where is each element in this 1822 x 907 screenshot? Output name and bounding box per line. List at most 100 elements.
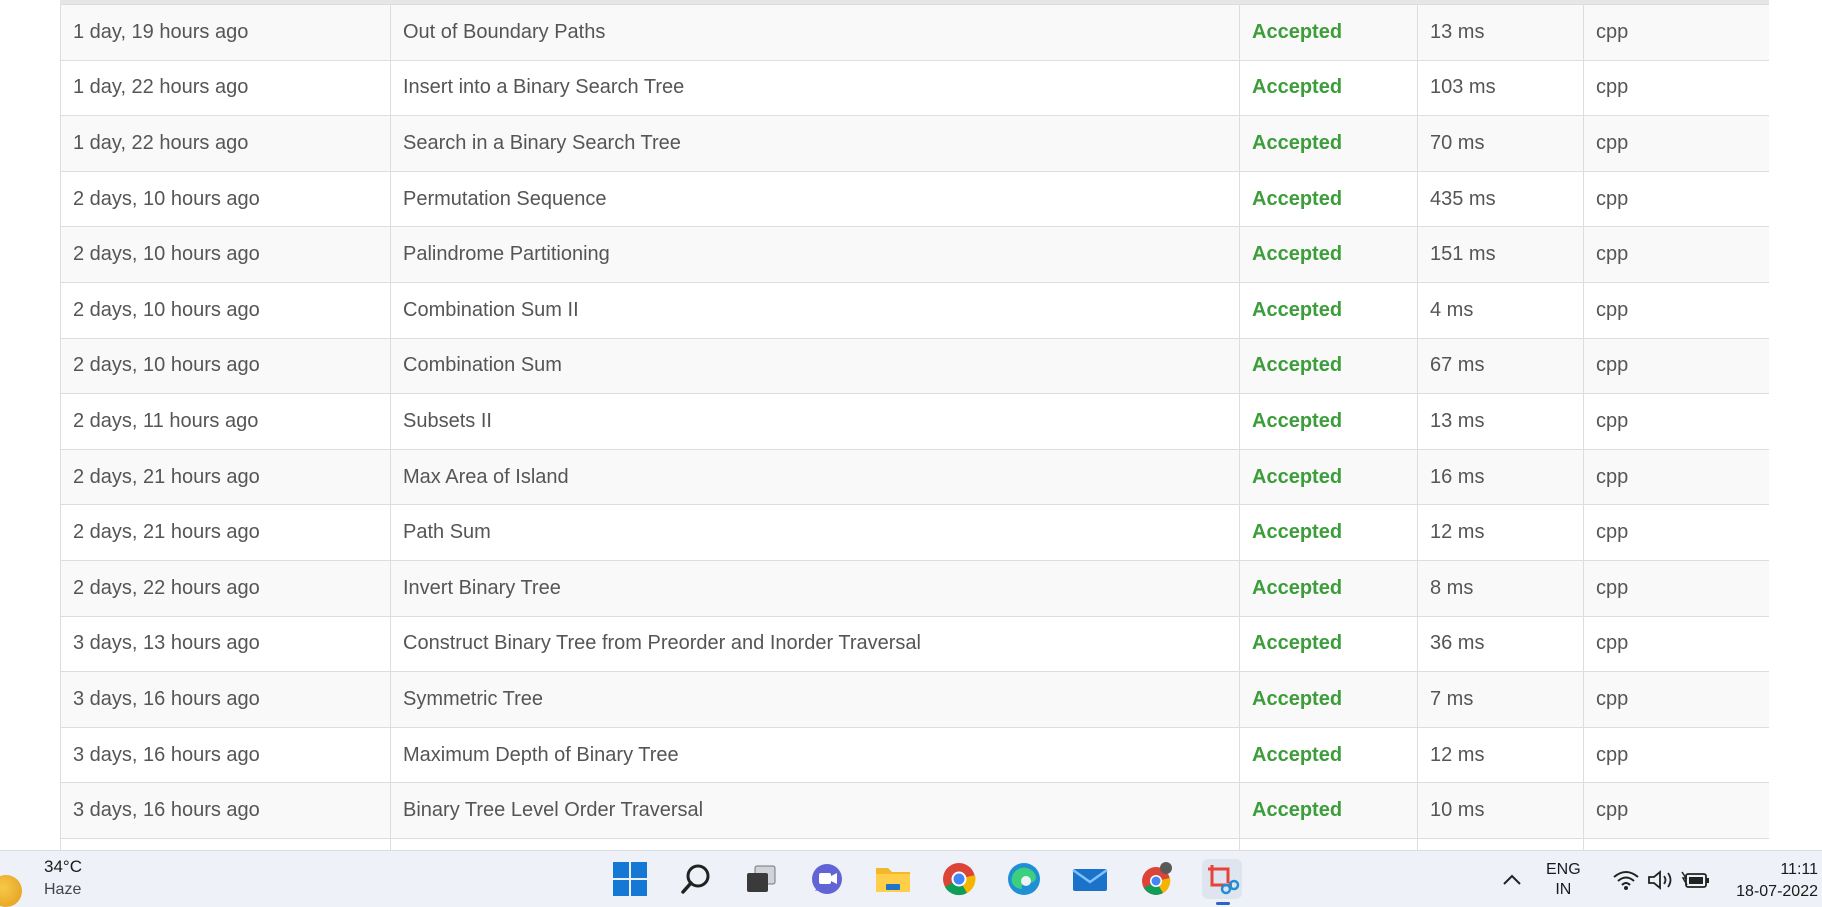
problem-title[interactable]: Out of Boundary Paths (390, 4, 1240, 61)
language-value: cpp (1583, 59, 1769, 117)
runtime-value: 151 ms (1417, 226, 1584, 283)
status-link[interactable]: Accepted (1239, 671, 1418, 728)
problem-title[interactable]: Maximum Depth of Binary Tree (390, 726, 1240, 784)
weather-widget[interactable]: 34°C Haze (0, 855, 120, 907)
table-row[interactable]: 3 days, 13 hours ago Construct Binary Tr… (60, 615, 1769, 673)
status-link[interactable]: Accepted (1239, 782, 1418, 839)
search-icon[interactable] (676, 859, 716, 899)
volume-icon (1648, 869, 1672, 890)
language-value: cpp (1583, 393, 1769, 450)
problem-title[interactable]: Search in a Binary Search Tree (390, 115, 1240, 172)
table-row[interactable]: 2 days, 10 hours ago Permutation Sequenc… (60, 170, 1769, 228)
problem-title[interactable]: Permutation Sequence (390, 170, 1240, 228)
table-row[interactable]: 3 days, 16 hours ago Symmetric Tree Acce… (60, 671, 1769, 728)
status-link[interactable]: Accepted (1239, 281, 1418, 339)
language-value: cpp (1583, 448, 1769, 506)
status-link[interactable]: Accepted (1239, 448, 1418, 506)
runtime-value: 7 ms (1417, 671, 1584, 728)
runtime-value: 13 ms (1417, 393, 1584, 450)
status-link[interactable]: Accepted (1239, 615, 1418, 673)
language-value: cpp (1583, 115, 1769, 172)
submission-time: 3 days, 13 hours ago (60, 615, 391, 673)
status-link[interactable]: Accepted (1239, 559, 1418, 617)
table-row[interactable]: 2 days, 21 hours ago Path Sum Accepted 1… (60, 504, 1769, 561)
table-row[interactable]: 1 day, 22 hours ago Search in a Binary S… (60, 115, 1769, 172)
submissions-table-container[interactable]: 1 day, 19 hours ago Out of Boundary Path… (60, 0, 1769, 850)
status-link[interactable]: Accepted (1239, 226, 1418, 283)
language-value: cpp (1583, 615, 1769, 673)
problem-title[interactable]: Subsets II (390, 393, 1240, 450)
status-link[interactable]: Accepted (1239, 170, 1418, 228)
status-link[interactable]: Accepted (1239, 393, 1418, 450)
network-volume-battery-group[interactable] (1612, 851, 1710, 907)
wifi-icon (1613, 870, 1639, 890)
problem-title[interactable]: Palindrome Partitioning (390, 226, 1240, 283)
table-row[interactable]: 1 day, 19 hours ago Out of Boundary Path… (60, 4, 1769, 61)
problem-title[interactable]: Combination Sum (390, 337, 1240, 395)
status-link[interactable]: Accepted (1239, 337, 1418, 395)
snipping-tool-icon[interactable] (1202, 859, 1242, 905)
language-value: cpp (1583, 782, 1769, 839)
language-region: IN (1555, 880, 1572, 898)
mail-icon[interactable] (1070, 859, 1110, 899)
chrome-profile-icon[interactable] (1136, 859, 1176, 899)
table-row[interactable]: 2 days, 22 hours ago Invert Binary Tree … (60, 559, 1769, 617)
language-value: cpp (1583, 170, 1769, 228)
battery-icon (1681, 871, 1709, 888)
runtime-value: 70 ms (1417, 115, 1584, 172)
table-row[interactable]: 2 days, 10 hours ago Palindrome Partitio… (60, 226, 1769, 283)
status-link[interactable]: Accepted (1239, 59, 1418, 117)
problem-title[interactable]: Binary Tree Level Order Traversal (390, 782, 1240, 839)
edge-icon[interactable] (1004, 859, 1044, 899)
submission-time: 2 days, 11 hours ago (60, 393, 391, 450)
runtime-value: 67 ms (1417, 337, 1584, 395)
table-row[interactable]: 2 days, 11 hours ago Subsets II Accepted… (60, 393, 1769, 450)
language-value: cpp (1583, 504, 1769, 561)
chevron-up-icon (1503, 874, 1521, 885)
windows-start-icon[interactable] (610, 859, 650, 899)
language-indicator[interactable]: ENG IN (1546, 851, 1581, 907)
table-row[interactable]: 2 days, 21 hours ago Max Area of Island … (60, 448, 1769, 506)
clock-date: 18-07-2022 (1736, 883, 1818, 900)
table-row[interactable]: 3 days, 16 hours ago Maximum Depth of Bi… (60, 726, 1769, 784)
clock-time: 11:11 (1780, 861, 1818, 878)
weather-condition: Haze (44, 881, 82, 898)
language-value: cpp (1583, 337, 1769, 395)
task-view-icon[interactable] (741, 859, 781, 899)
problem-title[interactable]: Symmetric Tree (390, 671, 1240, 728)
status-link[interactable]: Accepted (1239, 726, 1418, 784)
problem-title[interactable]: Invert Binary Tree (390, 559, 1240, 617)
problem-title[interactable]: Insert into a Binary Search Tree (390, 59, 1240, 117)
clock[interactable]: 11:11 18-07-2022 (1736, 859, 1818, 903)
submission-time: 2 days, 10 hours ago (60, 226, 391, 283)
tray-overflow-button[interactable] (1500, 851, 1524, 907)
problem-title[interactable]: Combination Sum II (390, 281, 1240, 339)
submission-time: 3 days, 16 hours ago (60, 782, 391, 839)
problem-title[interactable]: Path Sum (390, 504, 1240, 561)
status-link[interactable]: Accepted (1239, 504, 1418, 561)
submission-time: 2 days, 10 hours ago (60, 170, 391, 228)
runtime-value: 435 ms (1417, 170, 1584, 228)
status-link[interactable]: Accepted (1239, 4, 1418, 61)
table-row[interactable]: 1 day, 22 hours ago Insert into a Binary… (60, 59, 1769, 117)
submission-time: 1 day, 22 hours ago (60, 115, 391, 172)
screen: 1 day, 19 hours ago Out of Boundary Path… (0, 0, 1822, 907)
submission-time: 2 days, 10 hours ago (60, 281, 391, 339)
table-row[interactable]: 2 days, 10 hours ago Combination Sum Acc… (60, 337, 1769, 395)
status-link[interactable]: Accepted (1239, 115, 1418, 172)
file-explorer-icon[interactable] (873, 859, 913, 899)
table-row[interactable]: 3 days, 16 hours ago Binary Tree Level O… (60, 782, 1769, 839)
language-value: cpp (1583, 671, 1769, 728)
language-value: cpp (1583, 4, 1769, 61)
language-code: ENG (1546, 860, 1581, 878)
submission-time: 2 days, 10 hours ago (60, 337, 391, 395)
table-row[interactable]: 2 days, 10 hours ago Combination Sum II … (60, 281, 1769, 339)
problem-title[interactable]: Max Area of Island (390, 448, 1240, 506)
problem-title[interactable]: Construct Binary Tree from Preorder and … (390, 615, 1240, 673)
submission-time: 1 day, 19 hours ago (60, 4, 391, 61)
chrome-icon[interactable] (939, 859, 979, 899)
submission-time: 2 days, 21 hours ago (60, 504, 391, 561)
language-value: cpp (1583, 281, 1769, 339)
teams-chat-icon[interactable] (807, 859, 847, 899)
runtime-value: 4 ms (1417, 281, 1584, 339)
